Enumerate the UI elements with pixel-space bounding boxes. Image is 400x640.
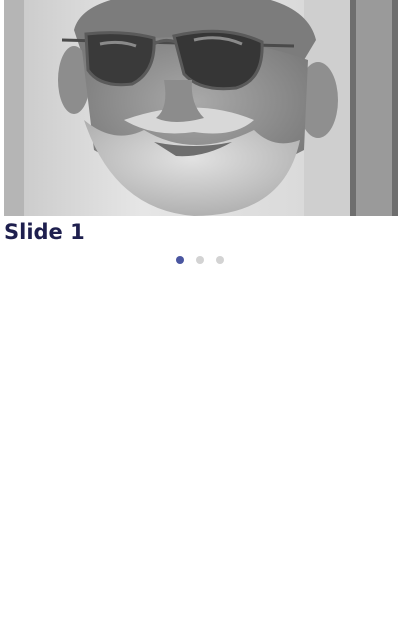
pagination-dot-3[interactable] bbox=[216, 256, 224, 264]
slide-image[interactable] bbox=[4, 0, 398, 216]
pagination-dot-2[interactable] bbox=[196, 256, 204, 264]
pagination-dot-1[interactable] bbox=[176, 256, 184, 264]
carousel-pagination bbox=[0, 256, 400, 266]
portrait-photo bbox=[4, 0, 398, 216]
slide-title: Slide 1 bbox=[4, 220, 85, 244]
image-carousel: Slide 1 bbox=[4, 0, 398, 245]
